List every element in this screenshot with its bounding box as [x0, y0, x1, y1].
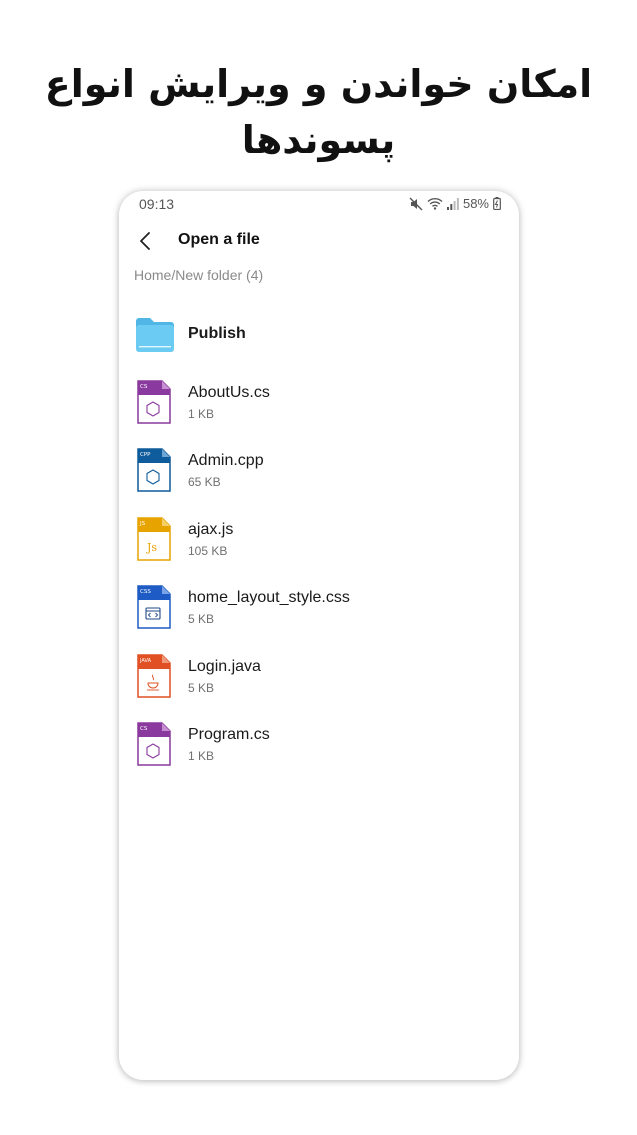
file-size: 5 KB — [188, 680, 215, 695]
cpp-file-icon: CPP — [135, 448, 171, 492]
status-icons: 58% — [409, 196, 501, 211]
signal-icon — [446, 197, 459, 210]
file-tag: JAVA — [139, 658, 152, 664]
cs-file-icon: CS — [135, 722, 171, 766]
list-item[interactable]: CPP Admin.cpp 65 KB — [119, 438, 519, 507]
file-tag: CPP — [140, 452, 151, 458]
file-name: home_layout_style.css — [188, 589, 350, 606]
status-bar: 09:13 58% — [119, 191, 519, 219]
file-size: 1 KB — [188, 749, 215, 763]
breadcrumb[interactable]: Home/New folder (4) — [134, 267, 263, 283]
file-size: 65 KB — [188, 475, 221, 489]
list-item[interactable]: CS Program.cs 1 KB — [119, 712, 519, 781]
back-button[interactable] — [131, 225, 159, 257]
status-time: 09:13 — [139, 196, 175, 212]
list-item[interactable]: Publish — [119, 301, 519, 370]
js-file-icon: JS Js — [135, 516, 171, 561]
mute-icon — [409, 197, 423, 210]
file-tag: CSS — [140, 589, 151, 595]
file-list: Publish CS AboutUs.cs 1 KB CPP Admin.cpp… — [119, 301, 519, 781]
css-file-icon: CSS — [135, 585, 171, 629]
file-tag: JS — [139, 521, 146, 527]
folder-icon — [135, 317, 174, 361]
battery-icon — [493, 197, 501, 210]
wifi-icon — [427, 197, 443, 210]
back-arrow-icon — [140, 232, 150, 250]
file-name: Program.cs — [188, 726, 270, 743]
app-bar: Open a file — [119, 223, 519, 259]
promo-headline-line-2: پسوندها — [241, 118, 396, 162]
promo-headline: امکان خواندن و ویرایش انواع پسوندها — [0, 56, 637, 168]
svg-text:Js: Js — [146, 541, 157, 554]
cs-file-icon: CS — [135, 379, 171, 424]
list-item[interactable]: CSS home_layout_style.css 5 KB — [119, 575, 519, 644]
list-item[interactable]: JS Js ajax.js 105 KB — [119, 507, 519, 576]
file-name: Login.java — [188, 657, 261, 675]
file-name: Publish — [188, 325, 246, 342]
file-size: 5 KB — [188, 612, 215, 626]
file-name: ajax.js — [188, 520, 234, 538]
promo-headline-line-1: امکان خواندن و ویرایش انواع — [44, 62, 593, 106]
file-tag: CS — [140, 726, 148, 732]
file-size: 1 KB — [188, 406, 215, 421]
list-item[interactable]: JAVA Login.java 5 KB — [119, 644, 519, 713]
file-size: 105 KB — [188, 543, 228, 558]
file-tag: CS — [140, 384, 148, 390]
java-file-icon: JAVA — [135, 653, 171, 698]
battery-percent: 58% — [462, 196, 489, 211]
list-item[interactable]: CS AboutUs.cs 1 KB — [119, 370, 519, 439]
file-name: AboutUs.cs — [188, 383, 270, 401]
page-title: Open a file — [178, 231, 260, 248]
phone-frame: 09:13 58% Open a file Home/New folder (4… — [119, 191, 519, 1080]
file-name: Admin.cpp — [188, 452, 264, 469]
